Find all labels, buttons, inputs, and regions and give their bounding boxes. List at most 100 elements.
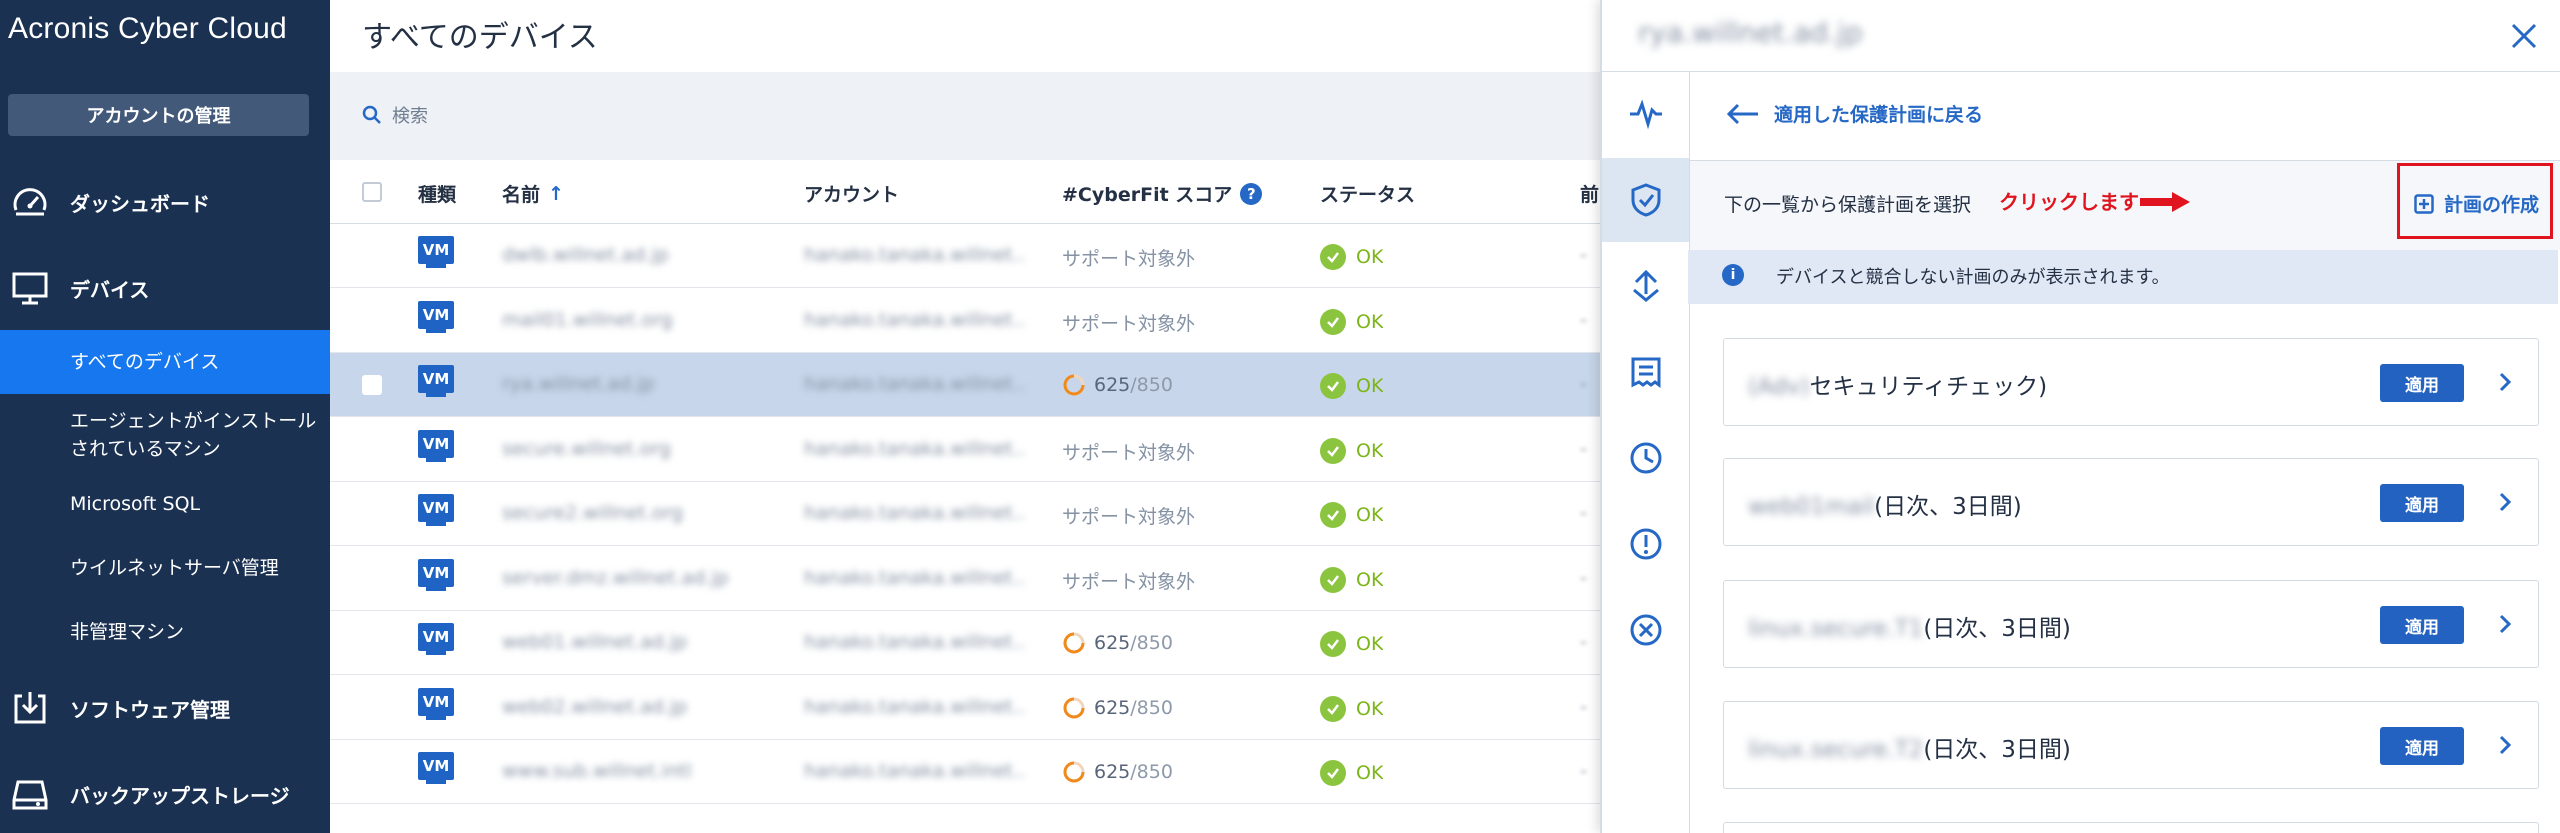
brand-logo: Acronis Cyber Cloud [8, 12, 287, 45]
status-badge: OK [1320, 502, 1383, 528]
chevron-right-icon[interactable] [2490, 367, 2520, 397]
device-account: hanako.tanaka.willnet… [804, 631, 1024, 653]
chevron-right-icon[interactable] [2490, 609, 2520, 639]
status-badge: OK [1320, 244, 1383, 270]
last-column-value: - [1580, 695, 1587, 718]
subnav-unmanaged[interactable]: 非管理マシン [0, 604, 330, 660]
cancel-icon[interactable] [1602, 588, 1689, 672]
activity-icon[interactable] [1602, 72, 1689, 156]
device-account: hanako.tanaka.willnet… [804, 244, 1024, 266]
back-link-label: 適用した保護計画に戻る [1774, 104, 1984, 126]
device-name[interactable]: dwlb.willnet.ad.jp [502, 244, 669, 266]
col-cyberfit[interactable]: #CyberFit スコア ? [1062, 180, 1263, 207]
table-row[interactable]: VM server.dmz.willnet.ad.jp hanako.tanaka.… [330, 547, 1600, 611]
device-list-area: すべてのデバイス 検索 種類 名前 ↑ アカウント #CyberFit スコア … [330, 0, 1600, 833]
nav-dashboard-label: ダッシュボード [70, 191, 210, 216]
subnav-mssql[interactable]: Microsoft SQL [0, 476, 330, 532]
clock-icon[interactable] [1602, 416, 1689, 500]
plan-card[interactable]: linux.secure.T2(日次、3日間) 適用 [1723, 701, 2539, 789]
plan-name-blurred: (Adv) [1748, 374, 1810, 400]
table-row[interactable]: VM secure.willnet.org hanako.tanaka.willne… [330, 418, 1600, 482]
search-toolbar [330, 72, 1600, 160]
cyberfit-score: 625/850 [1062, 760, 1173, 784]
account-management-button[interactable]: アカウントの管理 [8, 94, 309, 136]
report-icon[interactable] [1602, 330, 1689, 414]
last-column-value: - [1580, 566, 1587, 589]
device-name[interactable]: web01.willnet.ad.jp [502, 631, 687, 653]
nav-backup-storage[interactable]: バックアップストレージ [0, 762, 330, 826]
check-circle-icon [1320, 631, 1346, 657]
row-checkbox[interactable] [362, 375, 382, 395]
apply-button[interactable]: 適用 [2380, 484, 2464, 522]
close-icon[interactable] [2504, 16, 2544, 56]
chevron-right-icon[interactable] [2490, 487, 2520, 517]
back-to-applied-plans-link[interactable]: 適用した保護計画に戻る [1726, 100, 1983, 127]
last-column-value: - [1580, 631, 1587, 653]
create-plan-button[interactable]: 計画の作成 [2414, 190, 2539, 217]
dashboard-icon [8, 180, 52, 224]
table-row[interactable]: VM web02.willnet.ad.jp hanako.tanaka.willn… [330, 676, 1600, 740]
status-text: OK [1356, 633, 1384, 655]
col-last[interactable]: 前 [1580, 180, 1599, 207]
col-account[interactable]: アカウント [804, 180, 899, 207]
info-banner-text: デバイスと競合しない計画のみが表示されます。 [1776, 267, 2170, 288]
device-name[interactable]: server.dmz.willnet.ad.jp [502, 567, 729, 589]
nav-software-management[interactable]: ソフトウェア管理 [0, 676, 330, 740]
plan-card[interactable]: (Adv)セキュリティチェック) 適用 [1723, 338, 2539, 426]
device-name[interactable]: secure.willnet.org [502, 438, 671, 460]
apply-button[interactable]: 適用 [2380, 606, 2464, 644]
vm-icon: VM [418, 623, 454, 659]
cyberfit-score: サポート対象外 [1062, 248, 1196, 270]
plan-name-blurred: linux.secure.T1 [1748, 616, 1924, 642]
panel-title: rya.willnet.ad.jp [1638, 16, 1863, 49]
col-cyberfit-label: #CyberFit スコア [1062, 184, 1233, 206]
apply-button[interactable]: 適用 [2380, 364, 2464, 402]
shield-check-icon[interactable] [1602, 158, 1689, 242]
status-text: OK [1356, 568, 1384, 591]
vm-icon: VM [418, 236, 454, 272]
col-name[interactable]: 名前 ↑ [502, 180, 564, 207]
device-name[interactable]: mail01.willnet.org [502, 309, 673, 331]
device-name[interactable]: rya.willnet.ad.jp [502, 373, 654, 395]
check-circle-icon [1320, 373, 1346, 399]
status-badge: OK [1320, 373, 1383, 399]
recovery-icon[interactable] [1602, 244, 1689, 328]
device-name[interactable]: www.sub.willnet.intl [502, 760, 692, 782]
table-row[interactable]: VM web01.willnet.ad.jp hanako.tanaka.willn… [330, 611, 1600, 675]
plan-name-text: (日次、3日間) [1923, 616, 2071, 642]
plan-name-blurred: web01mail [1748, 494, 1875, 520]
chevron-right-icon[interactable] [2490, 730, 2520, 760]
apply-button[interactable]: 適用 [2380, 727, 2464, 765]
subnav-agent-machines[interactable]: エージェントがインストールされているマシン [0, 400, 330, 470]
plan-name: web01mail(日次、3日間) [1748, 487, 2022, 521]
search-icon [362, 105, 381, 124]
score-max: 850 [1136, 696, 1173, 719]
help-icon[interactable]: ? [1240, 182, 1263, 205]
col-status[interactable]: ステータス [1320, 180, 1415, 207]
select-all-checkbox[interactable] [362, 182, 382, 202]
device-name[interactable]: web02.willnet.ad.jp [502, 696, 687, 718]
plan-card[interactable]: linux.secure.T1(日次、3日間) 適用 [1723, 580, 2539, 668]
device-name[interactable]: secure2.willnet.org [502, 502, 683, 524]
subnav-willnet-servers[interactable]: ウイルネットサーバ管理 [0, 540, 330, 596]
score-max: 850 [1136, 632, 1173, 654]
table-row[interactable]: VM www.sub.willnet.intl hanako.tanaka.will… [330, 740, 1600, 804]
col-type[interactable]: 種類 [418, 180, 456, 207]
table-row[interactable]: VM dwlb.willnet.ad.jp hanako.tanaka.willne… [330, 224, 1600, 288]
check-circle-icon [1320, 244, 1346, 270]
table-row[interactable]: VM mail01.willnet.org hanako.tanaka.willne… [330, 289, 1600, 353]
nav-devices[interactable]: デバイス [0, 256, 330, 320]
alert-icon[interactable] [1602, 502, 1689, 586]
search-input[interactable]: 検索 [362, 102, 428, 128]
cyberfit-score: サポート対象外 [1062, 570, 1196, 593]
plan-card[interactable]: web01mail(日次、3日間) 適用 [1723, 458, 2539, 546]
subnav-agent-machines-label: エージェントがインストールされているマシン [70, 410, 317, 460]
table-row[interactable]: VM rya.willnet.ad.jp hanako.tanaka.willnet… [330, 353, 1600, 417]
subnav-all-devices[interactable]: すべてのデバイス [0, 330, 330, 394]
last-column-value: - [1580, 373, 1587, 395]
plan-name: linux.secure.T1(日次、3日間) [1748, 609, 2071, 643]
status-text: OK [1356, 439, 1384, 462]
score-max: 850 [1136, 761, 1173, 783]
nav-dashboard[interactable]: ダッシュボード [0, 170, 330, 234]
table-row[interactable]: VM secure2.willnet.org hanako.tanaka.willn… [330, 482, 1600, 546]
